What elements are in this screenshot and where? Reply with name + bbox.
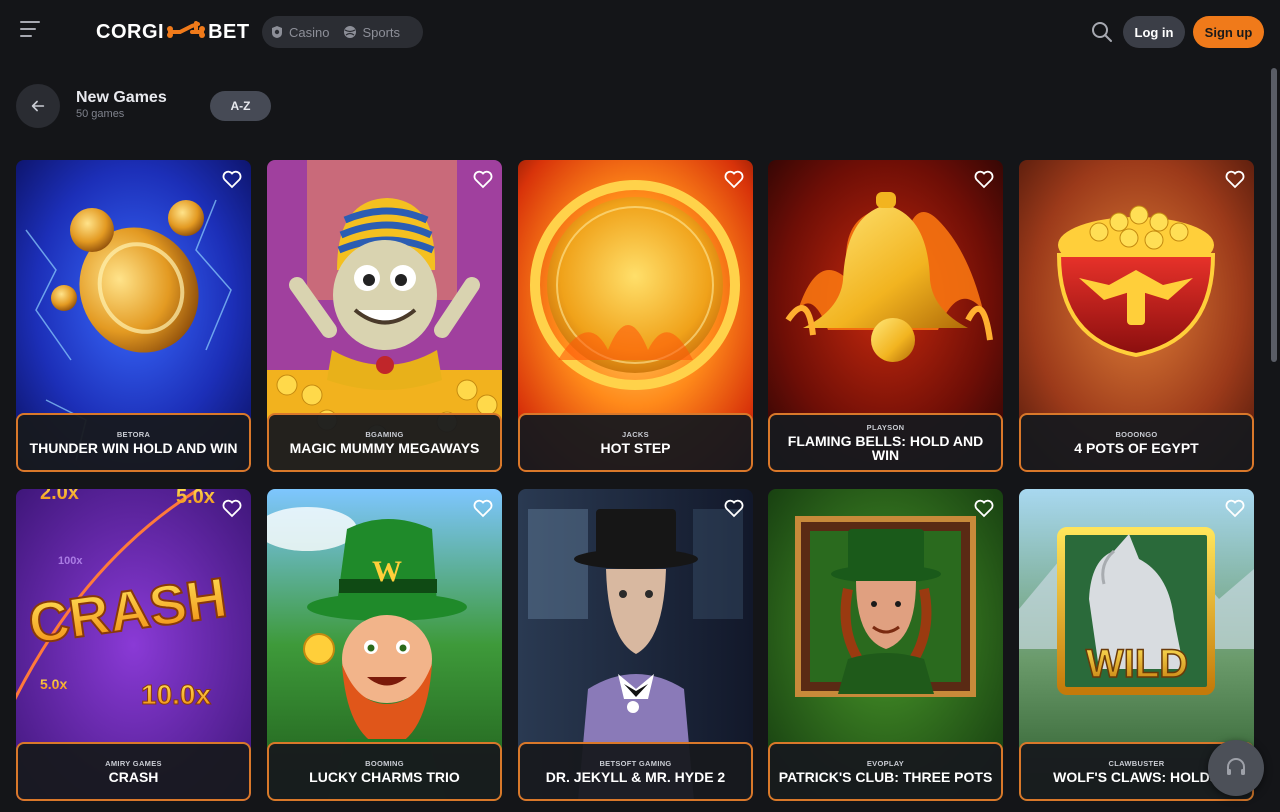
search-icon[interactable]: [1090, 20, 1114, 44]
page-title: New Games: [76, 89, 167, 106]
game-card[interactable]: W BOOMING LUCKY CHARMS TRIO: [267, 489, 502, 801]
game-provider: AMIRY GAMES: [105, 759, 162, 768]
hat-letter: W: [372, 555, 402, 588]
crash-multiplier-4: 5.0x: [40, 676, 67, 692]
game-card[interactable]: PLAYSON FLAMING BELLS: HOLD AND WIN: [768, 160, 1003, 472]
favorite-heart-icon[interactable]: [472, 497, 494, 519]
hamburger-menu-icon[interactable]: [20, 21, 44, 43]
game-card[interactable]: BETORA THUNDER WIN HOLD AND WIN: [16, 160, 251, 472]
favorite-heart-icon[interactable]: [723, 497, 745, 519]
favorite-heart-icon[interactable]: [1224, 497, 1246, 519]
tab-casino-label: Casino: [289, 24, 330, 40]
wild-symbol-text: WILD: [1086, 642, 1188, 686]
game-provider: PLAYSON: [866, 423, 905, 432]
game-info: PLAYSON FLAMING BELLS: HOLD AND WIN: [768, 413, 1003, 472]
scrollbar-thumb[interactable]: [1271, 68, 1277, 362]
favorite-heart-icon[interactable]: [723, 168, 745, 190]
game-card[interactable]: BGAMING MAGIC MUMMY MEGAWAYS: [267, 160, 502, 472]
game-title: DR. JEKYLL & MR. HYDE 2: [545, 769, 726, 785]
favorite-heart-icon[interactable]: [973, 497, 995, 519]
favorite-heart-icon[interactable]: [221, 497, 243, 519]
game-provider: BETORA: [116, 430, 151, 439]
game-title: PATRICK'S CLUB: THREE POTS: [778, 769, 993, 785]
crash-multiplier-3: 10.0x: [141, 679, 211, 710]
game-info: BETORA THUNDER WIN HOLD AND WIN: [16, 413, 251, 472]
game-provider: BOOMING: [365, 759, 404, 768]
logo-text-left: CORGI: [96, 20, 165, 43]
support-chat-button[interactable]: [1208, 740, 1264, 796]
crash-multiplier-1: 2.0x: [40, 489, 79, 504]
top-header: CORGI BET Casino Sports Log in Sign up: [0, 0, 1280, 64]
favorite-heart-icon[interactable]: [472, 168, 494, 190]
game-title: THUNDER WIN HOLD AND WIN: [29, 440, 238, 456]
game-card[interactable]: BOOONGO 4 POTS OF EGYPT: [1019, 160, 1254, 472]
game-card[interactable]: 2.0x 5.0x 100x CRASH 5.0x 10.0x AMIRY GA…: [16, 489, 251, 801]
mode-switch: Casino Sports: [262, 16, 423, 48]
game-info: BETSOFT GAMING DR. JEKYLL & MR. HYDE 2: [518, 742, 753, 801]
login-button[interactable]: Log in: [1123, 16, 1185, 48]
game-card[interactable]: JACKS HOT STEP: [518, 160, 753, 472]
sort-az-button[interactable]: A-Z: [210, 91, 271, 121]
game-info: AMIRY GAMES CRASH: [16, 742, 251, 801]
crash-multiplier-5: 100x: [58, 555, 83, 567]
favorite-heart-icon[interactable]: [221, 168, 243, 190]
game-title: WOLF'S CLAWS: HOLD&: [1053, 769, 1220, 785]
game-title: MAGIC MUMMY MEGAWAYS: [289, 440, 480, 456]
favorite-heart-icon[interactable]: [973, 168, 995, 190]
game-title: LUCKY CHARMS TRIO: [309, 769, 460, 785]
game-title: FLAMING BELLS: HOLD AND WIN: [787, 433, 984, 463]
headset-icon: [1227, 758, 1245, 775]
game-title: CRASH: [108, 769, 159, 785]
arrow-left-icon: [31, 100, 45, 112]
game-info: JACKS HOT STEP: [518, 413, 753, 472]
game-provider: BOOONGO: [1115, 430, 1158, 439]
back-button[interactable]: [16, 84, 60, 128]
game-provider: BETSOFT GAMING: [599, 759, 672, 768]
casino-icon: [272, 26, 282, 38]
game-card[interactable]: BETSOFT GAMING DR. JEKYLL & MR. HYDE 2: [518, 489, 753, 801]
game-card[interactable]: EVOPLAY PATRICK'S CLUB: THREE POTS: [768, 489, 1003, 801]
game-info: BOOMING LUCKY CHARMS TRIO: [267, 742, 502, 801]
game-title: 4 POTS OF EGYPT: [1074, 440, 1199, 456]
favorite-heart-icon[interactable]: [1224, 168, 1246, 190]
tab-casino[interactable]: Casino: [270, 25, 329, 40]
signup-button[interactable]: Sign up: [1193, 16, 1264, 48]
crash-multiplier-2: 5.0x: [176, 489, 215, 508]
bone-logo-icon: [167, 21, 206, 38]
tab-sports-label: Sports: [362, 24, 401, 40]
game-provider: BGAMING: [365, 430, 404, 439]
game-info: BOOONGO 4 POTS OF EGYPT: [1019, 413, 1254, 472]
game-provider: JACKS: [622, 430, 649, 439]
logo-text-right: BET: [208, 20, 250, 43]
game-info: BGAMING MAGIC MUMMY MEGAWAYS: [267, 413, 502, 472]
game-provider: CLAWBUSTER: [1108, 759, 1165, 768]
game-provider: EVOPLAY: [866, 759, 905, 768]
games-count: 50 games: [76, 108, 125, 120]
sports-ball-icon: [344, 26, 357, 38]
game-title: HOT STEP: [600, 440, 671, 456]
page-scrollbar[interactable]: [1270, 66, 1278, 812]
game-info: EVOPLAY PATRICK'S CLUB: THREE POTS: [768, 742, 1003, 801]
corgibet-logo[interactable]: CORGI BET: [96, 17, 250, 47]
tab-sports[interactable]: Sports: [343, 25, 400, 40]
